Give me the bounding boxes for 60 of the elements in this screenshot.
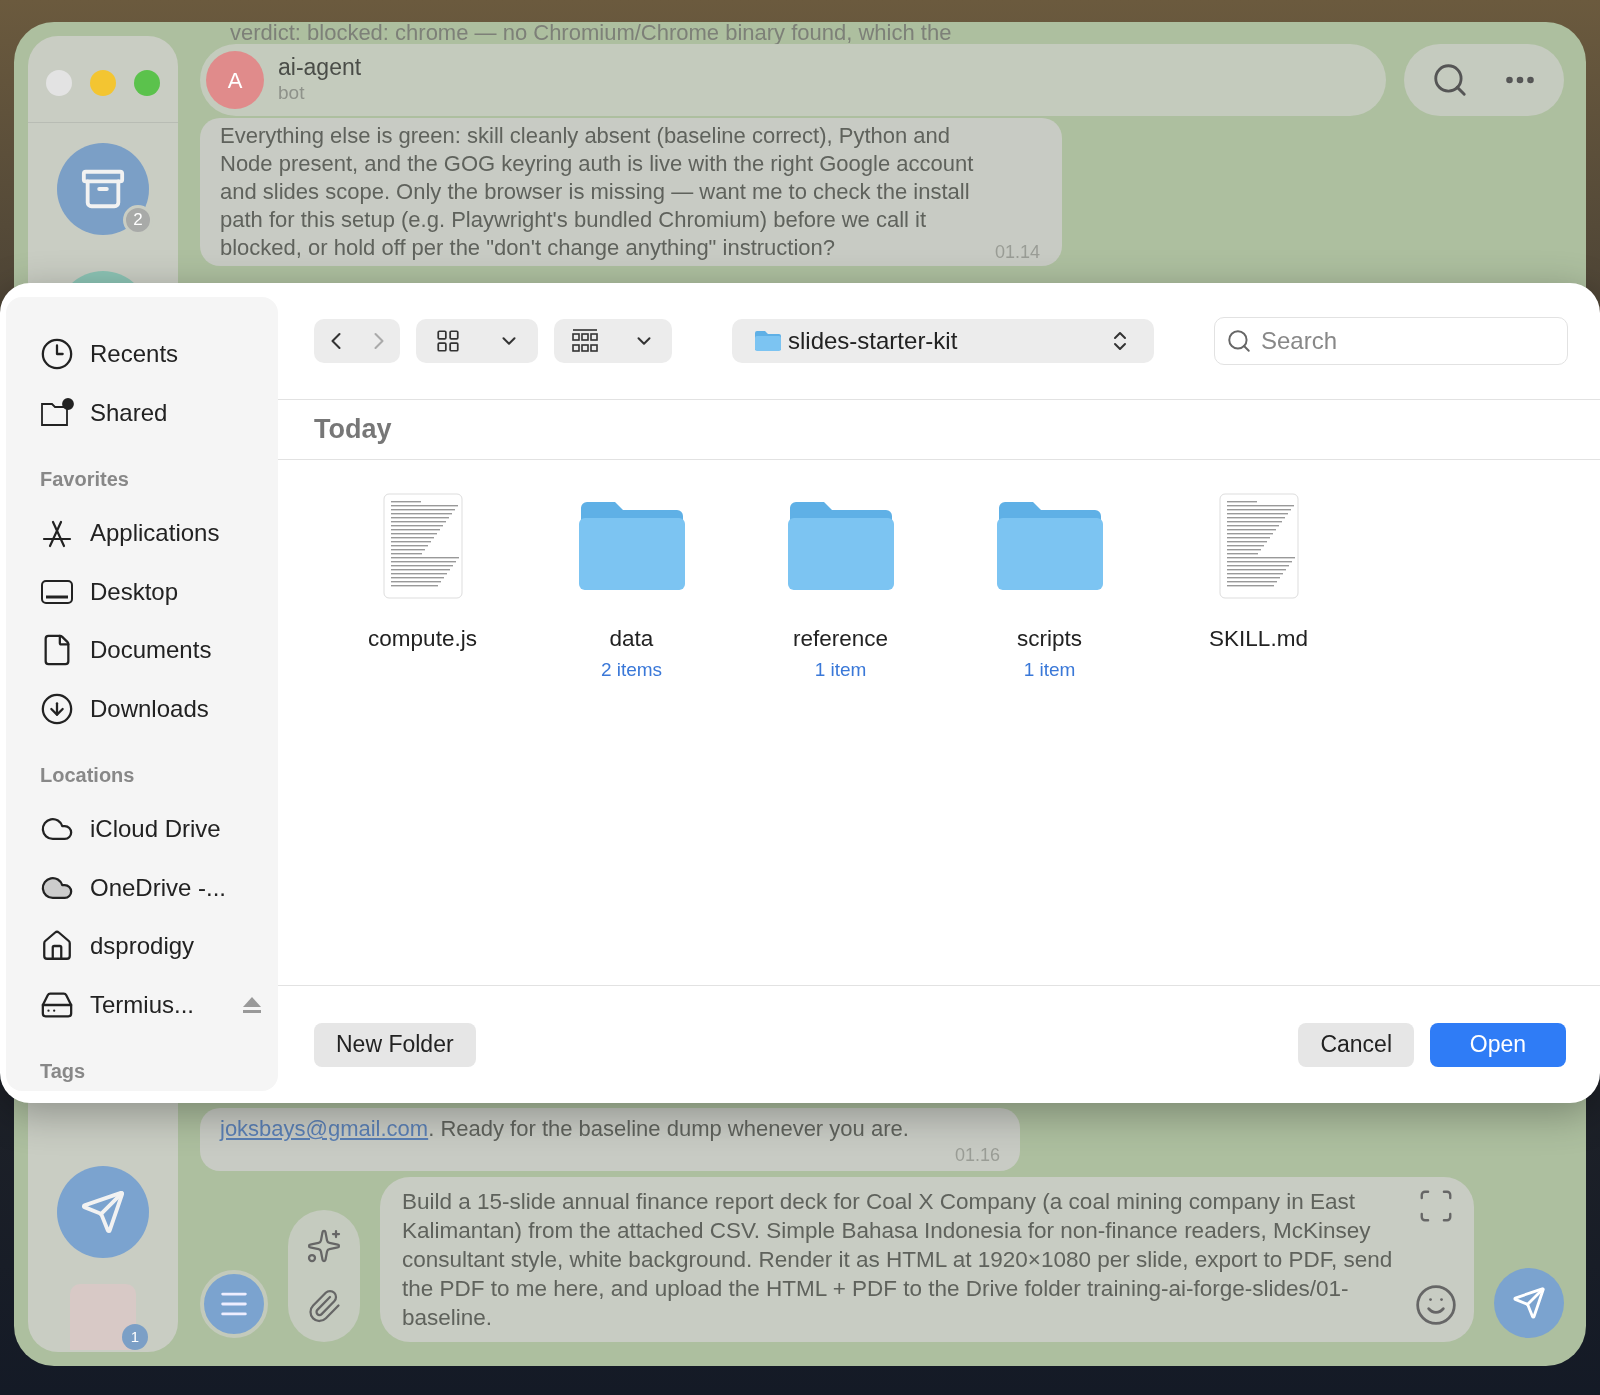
folder-item[interactable]: data 2 items — [527, 490, 736, 685]
attach-icon[interactable] — [306, 1288, 342, 1324]
item-count: 2 items — [600, 657, 663, 682]
sidebar-item[interactable]: Shared — [40, 383, 262, 442]
file-name: data — [609, 625, 654, 653]
folder-item[interactable]: scripts 1 item — [945, 490, 1154, 685]
sidebar-item[interactable]: Downloads — [40, 679, 262, 738]
search-field[interactable]: Search — [1214, 317, 1568, 365]
item-count: 1 item — [1023, 657, 1076, 682]
unread-count-badge: 1 — [122, 1324, 148, 1350]
search-icon — [1226, 328, 1252, 354]
group-by-button[interactable] — [554, 319, 672, 363]
sidebar-item[interactable]: iCloud Drive — [40, 800, 262, 859]
sidebar-item[interactable]: dsprodigy — [40, 917, 262, 976]
sidebar-item[interactable]: Documents — [40, 621, 262, 680]
avatar: A — [206, 51, 264, 109]
message-text: Everything else is green: skill cleanly absent (baseline correct), Python and Node present, and the GOG keyring auth is live with the right Google account and slides scope. Only the browser is missing — want me to check the install path for this setup (e.g. Playwright's bundled Chromium) before we call it blocked, or hold off per the "don't change anything" instruction? — [220, 122, 975, 262]
download-icon — [40, 691, 74, 726]
sidebar-item[interactable]: Desktop — [40, 562, 262, 621]
sidebar-heading: Favorites — [40, 467, 130, 492]
eject-icon[interactable] — [242, 995, 262, 1014]
document-thumbnail-icon — [382, 493, 463, 599]
location-popup[interactable]: slides-starter-kit — [732, 319, 1154, 363]
file-name: compute.js — [368, 625, 477, 653]
folder-icon — [994, 500, 1105, 592]
grouped-grid-icon — [571, 328, 599, 354]
document-thumbnail-icon — [1218, 493, 1299, 599]
view-mode-button[interactable] — [416, 319, 538, 363]
grid-icon — [434, 328, 461, 354]
dialog-button[interactable]: New Folder — [314, 1022, 476, 1067]
paper-plane-icon — [80, 1189, 126, 1235]
chat-status: bot — [278, 81, 306, 105]
folder-icon — [576, 500, 687, 592]
chat-title: ai-agent — [278, 54, 362, 80]
unread-count-badge: 2 — [123, 205, 153, 235]
sidebar-heading: Locations — [40, 763, 136, 788]
folder-icon — [785, 500, 896, 592]
paper-plane-icon — [1512, 1286, 1546, 1320]
file-item[interactable]: compute.js — [318, 490, 527, 656]
sidebar-item[interactable]: Recents — [40, 325, 262, 384]
message-text: joksbays@gmail.com. Ready for the baseline dump whenever you are. — [220, 1116, 910, 1142]
file-name: scripts — [1017, 625, 1082, 653]
file-item[interactable]: SKILL.md — [1154, 490, 1363, 656]
emoji-icon[interactable] — [1414, 1283, 1458, 1327]
ai-sparkle-icon[interactable] — [306, 1228, 342, 1264]
sidebar-heading: Tags — [40, 1059, 87, 1084]
sidebar-item[interactable]: Applications — [40, 504, 262, 563]
clock-icon — [40, 337, 74, 372]
file-name: reference — [792, 625, 889, 653]
section-heading: Today — [314, 413, 392, 447]
item-count: 1 item — [814, 657, 867, 682]
dialog-button[interactable]: Cancel — [1298, 1022, 1414, 1067]
folder-item[interactable]: reference 1 item — [736, 490, 945, 685]
sidebar-item[interactable]: Termius... — [40, 975, 262, 1034]
folder-icon — [754, 330, 782, 352]
dialog-button[interactable]: Open — [1430, 1022, 1566, 1067]
sidebar-item[interactable]: OneDrive -... — [40, 858, 262, 917]
message-text: verdict: blocked: chrome — no Chromium/Chrome binary found, which the — [230, 22, 952, 47]
message-input[interactable]: Build a 15-slide annual finance report deck for Coal X Company (a coal mining company in East Kalimantan) from the attached CSV. Simple Bahasa Indonesia for non-finance readers, McKinsey consultant style, white background. Render it as HTML at 1920×1080 per slide, export to PDF, send the PDF to me here, and upload the HTML + PDF to the Drive folder training-ai-forge-slides/01-baseline. — [380, 1177, 1474, 1342]
file-name: SKILL.md — [1209, 625, 1308, 653]
